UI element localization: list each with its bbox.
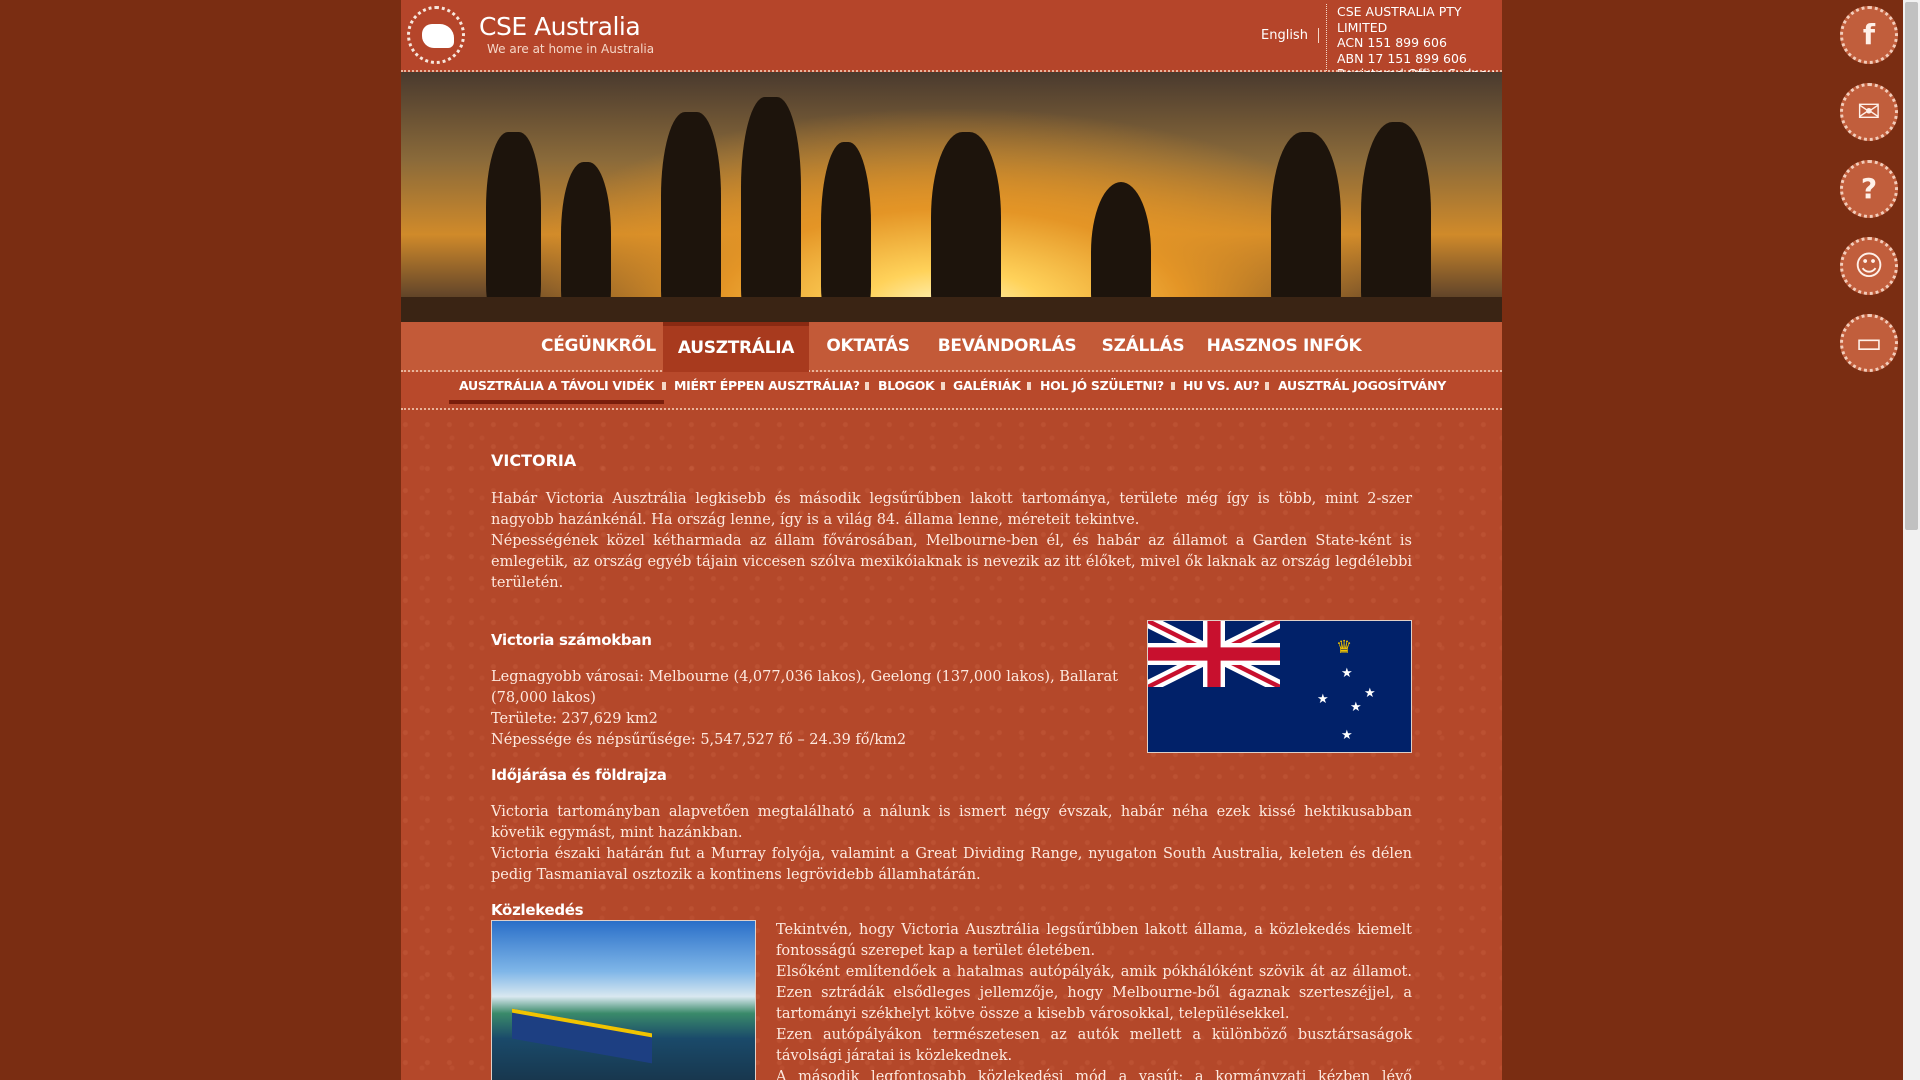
train-photo bbox=[491, 920, 756, 1080]
separator-diamond-icon bbox=[1171, 382, 1175, 390]
nav-hasznos-infok[interactable]: HASZNOS INFÓK bbox=[1199, 322, 1369, 370]
separator-diamond-icon bbox=[1265, 382, 1269, 390]
weather-heading: Időjárása és földrajza bbox=[491, 766, 667, 784]
weather-paragraph: Victoria északi határán fut a Murray fol… bbox=[491, 846, 1412, 883]
mail-button[interactable]: ✉ bbox=[1840, 83, 1898, 141]
company-acn: ACN 151 899 606 bbox=[1337, 35, 1447, 50]
kangaroo-silhouette bbox=[1361, 122, 1431, 322]
subnav-hol-jo-szuletni[interactable]: HOL JÓ SZÜLETNI? bbox=[1040, 372, 1164, 400]
nav-szallas[interactable]: SZÁLLÁS bbox=[1087, 322, 1199, 370]
weather-paragraph: Victoria tartományban alapvetően megtalá… bbox=[491, 804, 1412, 841]
kangaroo-silhouette bbox=[661, 112, 721, 322]
subnav-tavoli-videk[interactable]: AUSZTRÁLIA A TÁVOLI VIDÉK bbox=[449, 372, 664, 404]
kangaroo-silhouette bbox=[741, 97, 801, 322]
language-switch[interactable]: English bbox=[1261, 28, 1319, 43]
star-icon: ★ bbox=[1350, 700, 1362, 715]
sub-navigation: AUSZTRÁLIA A TÁVOLI VIDÉK MIÉRT ÉPPEN AU… bbox=[401, 372, 1502, 410]
separator-diamond-icon bbox=[1027, 382, 1031, 390]
subnav-galeriak[interactable]: GALÉRIÁK bbox=[953, 372, 1021, 400]
main-content: VICTORIA Habár Victoria Ausztrália legki… bbox=[491, 450, 1412, 1080]
logo-circle-icon bbox=[407, 6, 465, 64]
facebook-icon: f bbox=[1862, 18, 1876, 51]
union-jack-icon bbox=[1148, 621, 1280, 687]
company-name: CSE AUSTRALIA PTY LIMITED bbox=[1337, 4, 1462, 35]
star-icon: ★ bbox=[1364, 686, 1376, 701]
kangaroo-silhouette bbox=[401, 297, 1502, 322]
logo-subtitle: We are at home in Australia bbox=[487, 42, 655, 56]
numbers-line: Területe: 237,629 km2 bbox=[491, 711, 658, 727]
site-header: CSE Australia We are at home in Australi… bbox=[401, 0, 1502, 97]
help-icon: ? bbox=[1860, 172, 1878, 205]
logo-title: CSE Australia bbox=[479, 12, 641, 41]
star-icon: ★ bbox=[1317, 692, 1329, 707]
nav-cegunkrol[interactable]: CÉGÜNKRŐL bbox=[521, 322, 676, 370]
facebook-button[interactable]: f bbox=[1840, 6, 1898, 64]
subnav-miert-eppen[interactable]: MIÉRT ÉPPEN AUSZTRÁLIA? bbox=[674, 372, 860, 400]
company-abn: ABN 17 151 899 606 bbox=[1337, 50, 1467, 66]
australia-map-icon bbox=[422, 24, 454, 48]
intro-paragraph: Népességének közel kétharmada az állam f… bbox=[491, 533, 1412, 591]
train-shape bbox=[512, 1008, 652, 1064]
main-navigation: CÉGÜNKRŐL AUSZTRÁLIA OKTATÁS BEVÁNDORLÁS… bbox=[401, 322, 1502, 374]
transport-paragraph: A második legfontosabb közlekedési mód a… bbox=[776, 1069, 1412, 1080]
banner-image bbox=[401, 72, 1502, 322]
nav-ausztralia[interactable]: AUSZTRÁLIA bbox=[663, 322, 809, 374]
mail-icon: ✉ bbox=[1857, 95, 1881, 128]
transport-heading: Közlekedés bbox=[491, 901, 584, 919]
transport-paragraph: Elsőként említendőek a hatalmas autópály… bbox=[776, 964, 1412, 1022]
scrollbar-thumb[interactable] bbox=[1905, 2, 1918, 530]
numbers-heading: Victoria számokban bbox=[491, 631, 652, 649]
kangaroo-silhouette bbox=[821, 142, 871, 322]
transport-paragraph: Ezen autópályákon természetesen az autók… bbox=[776, 1027, 1412, 1064]
page-scrollbar[interactable] bbox=[1903, 0, 1920, 1080]
screen-button[interactable]: ▭ bbox=[1840, 314, 1898, 372]
nav-oktatas[interactable]: OKTATÁS bbox=[809, 322, 927, 370]
page-title: VICTORIA bbox=[491, 451, 577, 470]
transport-paragraph: Tekintvén, hogy Victoria Ausztrália legs… bbox=[776, 922, 1412, 959]
page-wrapper: CSE Australia We are at home in Australi… bbox=[401, 0, 1502, 1080]
kangaroo-silhouette bbox=[486, 132, 541, 322]
crown-icon: ♛ bbox=[1336, 637, 1353, 658]
numbers-line: Népessége és népsűrűsége: 5,547,527 fő –… bbox=[491, 732, 907, 748]
subnav-hu-vs-au[interactable]: HU VS. AU? bbox=[1183, 372, 1260, 400]
kangaroo-silhouette bbox=[1271, 132, 1341, 322]
subnav-jogositvany[interactable]: AUSZTRÁL JOGOSÍTVÁNY bbox=[1278, 372, 1446, 400]
star-icon: ★ bbox=[1341, 666, 1353, 681]
logo[interactable]: CSE Australia We are at home in Australi… bbox=[407, 6, 657, 66]
subnav-blogok[interactable]: BLOGOK bbox=[878, 372, 935, 400]
community-icon: ☺ bbox=[1854, 249, 1884, 282]
screen-icon: ▭ bbox=[1855, 326, 1883, 359]
help-button[interactable]: ? bbox=[1840, 160, 1898, 218]
transport-text: Tekintvén, hogy Victoria Ausztrália legs… bbox=[776, 920, 1412, 1080]
community-button[interactable]: ☺ bbox=[1840, 237, 1898, 295]
intro-paragraph: Habár Victoria Ausztrália legkisebb és m… bbox=[491, 491, 1412, 528]
kangaroo-silhouette bbox=[931, 132, 1001, 322]
separator-diamond-icon bbox=[865, 382, 869, 390]
victoria-flag-image: ♛ ★ ★ ★ ★ ★ bbox=[1147, 620, 1412, 753]
nav-bevandorlas[interactable]: BEVÁNDORLÁS bbox=[927, 322, 1087, 370]
numbers-line: Legnagyobb városai: Melbourne (4,077,036… bbox=[491, 669, 1118, 706]
social-sidebar: f ✉ ? ☺ ▭ bbox=[1840, 6, 1902, 391]
star-icon: ★ bbox=[1341, 728, 1353, 743]
separator-diamond-icon bbox=[941, 382, 945, 390]
separator-diamond-icon bbox=[662, 382, 666, 390]
